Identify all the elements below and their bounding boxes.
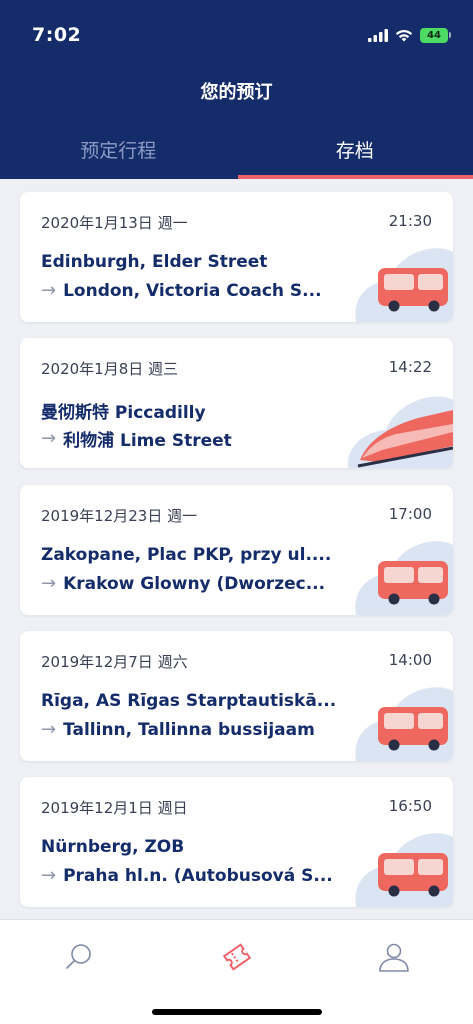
nav-bookings[interactable] [212, 932, 262, 982]
cellular-signal-icon [368, 28, 388, 42]
booking-origin: Zakopane, Plac PKP, przy ul.... [41, 545, 332, 565]
booking-time: 14:00 [388, 651, 432, 669]
booking-card[interactable]: 2020年1月8日 週三 14:22 曼彻斯特 Piccadilly → 利物浦 … [20, 338, 453, 468]
tab-archive[interactable]: 存档 [237, 130, 473, 179]
search-icon [66, 944, 91, 969]
booking-card[interactable]: 2020年1月13日 週一 21:30 Edinburgh, Elder Str… [20, 192, 453, 322]
booking-date: 2020年1月8日 週三 [41, 360, 179, 378]
bus-icon [355, 833, 453, 907]
booking-card[interactable]: 2019年12月23日 週一 17:00 Zakopane, Plac PKP,… [20, 485, 453, 615]
battery-level: 44 [427, 29, 441, 41]
booking-origin: Rīga, AS Rīgas Starptautiskā... [41, 691, 337, 711]
booking-date: 2019年12月7日 週六 [41, 653, 188, 671]
train-icon [347, 396, 453, 468]
tab-bar: 预定行程 存档 [0, 130, 473, 179]
status-time: 7:02 [32, 24, 82, 46]
booking-origin: Nürnberg, ZOB [41, 837, 185, 857]
header: 7:02 44 您的预订 预定行程 存档 [0, 0, 473, 179]
nav-profile[interactable] [369, 932, 419, 982]
nav-search[interactable] [54, 932, 104, 982]
bus-icon [355, 541, 453, 615]
arrow-right-icon: → [41, 428, 57, 449]
booking-time: 21:30 [388, 212, 432, 230]
arrow-right-icon: → [41, 865, 57, 886]
page-title: 您的预订 [200, 82, 273, 103]
booking-destination: Krakow Glowny (Dworzec... [63, 573, 326, 594]
booking-destination: Tallinn, Tallinna bussijaam [63, 719, 315, 740]
tab-upcoming[interactable]: 预定行程 [0, 130, 237, 179]
profile-icon [379, 943, 409, 972]
booking-destination: 利物浦 Lime Street [63, 431, 232, 451]
booking-origin: 曼彻斯特 Piccadilly [41, 403, 206, 423]
booking-destination: Praha hl.n. (Autobusová S... [63, 865, 333, 886]
booking-time: 14:22 [388, 358, 432, 376]
bus-icon [355, 687, 453, 761]
booking-destination: London, Victoria Coach S... [63, 280, 322, 301]
status-icons: 44 [368, 27, 451, 43]
home-indicator [152, 1009, 322, 1015]
ticket-icon [222, 943, 252, 971]
arrow-right-icon: → [41, 573, 57, 594]
bus-icon [355, 248, 453, 322]
bottom-navigation [0, 919, 473, 1024]
arrow-right-icon: → [41, 719, 57, 740]
arrow-right-icon: → [41, 280, 57, 301]
booking-date: 2019年12月23日 週一 [41, 507, 198, 525]
booking-origin: Edinburgh, Elder Street [41, 252, 268, 272]
booking-date: 2019年12月1日 週日 [41, 799, 188, 817]
booking-time: 16:50 [388, 797, 432, 815]
booking-time: 17:00 [388, 505, 432, 523]
battery-icon: 44 [420, 27, 451, 43]
wifi-icon [395, 29, 413, 41]
booking-list[interactable]: 2020年1月13日 週一 21:30 Edinburgh, Elder Str… [0, 179, 473, 919]
status-bar: 7:02 44 [32, 22, 451, 48]
booking-card[interactable]: 2019年12月1日 週日 16:50 Nürnberg, ZOB → Praha… [20, 777, 453, 907]
booking-card[interactable]: 2019年12月7日 週六 14:00 Rīga, AS Rīgas Starp… [20, 631, 453, 761]
booking-date: 2020年1月13日 週一 [41, 214, 188, 232]
